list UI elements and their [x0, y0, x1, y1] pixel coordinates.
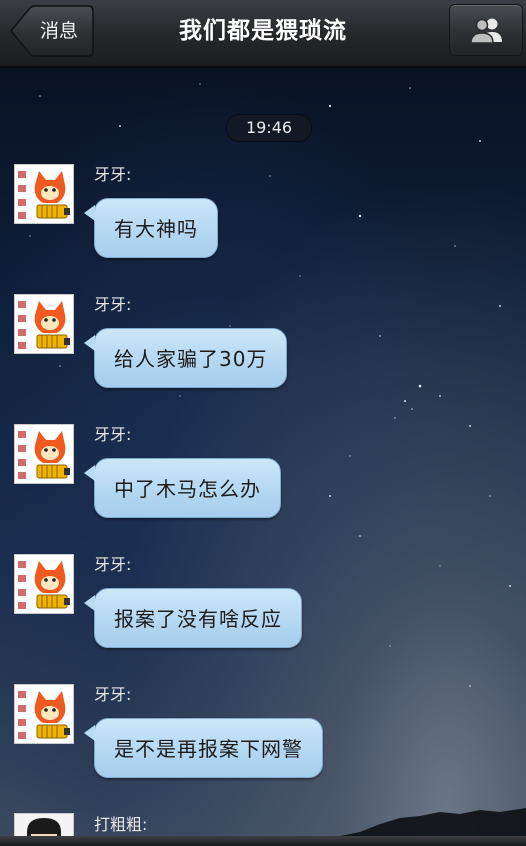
fox-avatar-icon: [15, 425, 73, 483]
sender-name: 牙牙:: [94, 685, 132, 704]
sender-name: 牙牙:: [94, 555, 132, 574]
message-bubble[interactable]: 是不是再报案下网警: [84, 718, 323, 778]
message-bubble[interactable]: 有大神吗: [84, 198, 218, 258]
sender-name: 牙牙:: [94, 295, 132, 314]
fox-avatar-icon: [15, 555, 73, 613]
message-item: 牙牙: 给人家骗了30万: [0, 294, 526, 414]
back-button-label: 消息: [39, 20, 78, 42]
avatar[interactable]: [14, 424, 74, 484]
avatar[interactable]: [14, 554, 74, 614]
sender-name: 牙牙:: [94, 425, 132, 444]
bottom-input-bar-edge: [0, 836, 526, 846]
avatar[interactable]: [14, 294, 74, 354]
fox-avatar-icon: [15, 685, 73, 743]
chat-screen: 消息 我们都是猥琐流 19:46 牙牙: 有大神吗 牙牙: 给人家骗了30万 牙…: [0, 0, 526, 846]
message-bubble[interactable]: 报案了没有啥反应: [84, 588, 302, 648]
message-item: 牙牙: 报案了没有啥反应: [0, 554, 526, 674]
avatar[interactable]: [14, 164, 74, 224]
fox-avatar-icon: [15, 165, 73, 223]
sender-name: 牙牙:: [94, 165, 132, 184]
chat-title: 我们都是猥琐流: [179, 18, 347, 44]
top-bar: 消息 我们都是猥琐流: [0, 0, 526, 67]
message-item: 牙牙: 中了木马怎么办: [0, 424, 526, 544]
message-item: 牙牙: 有大神吗: [0, 164, 526, 284]
message-bubble[interactable]: 中了木马怎么办: [84, 458, 281, 518]
group-members-button[interactable]: [449, 4, 523, 56]
contacts-icon: [470, 18, 502, 43]
fox-avatar-icon: [15, 295, 73, 353]
message-bubble[interactable]: 给人家骗了30万: [83, 328, 288, 388]
message-timestamp: 19:46: [226, 114, 312, 142]
avatar[interactable]: [14, 684, 74, 744]
sender-name: 打粗粗:: [94, 815, 148, 834]
message-item: 牙牙: 是不是再报案下网警: [0, 684, 526, 804]
back-button[interactable]: 消息: [10, 5, 94, 57]
